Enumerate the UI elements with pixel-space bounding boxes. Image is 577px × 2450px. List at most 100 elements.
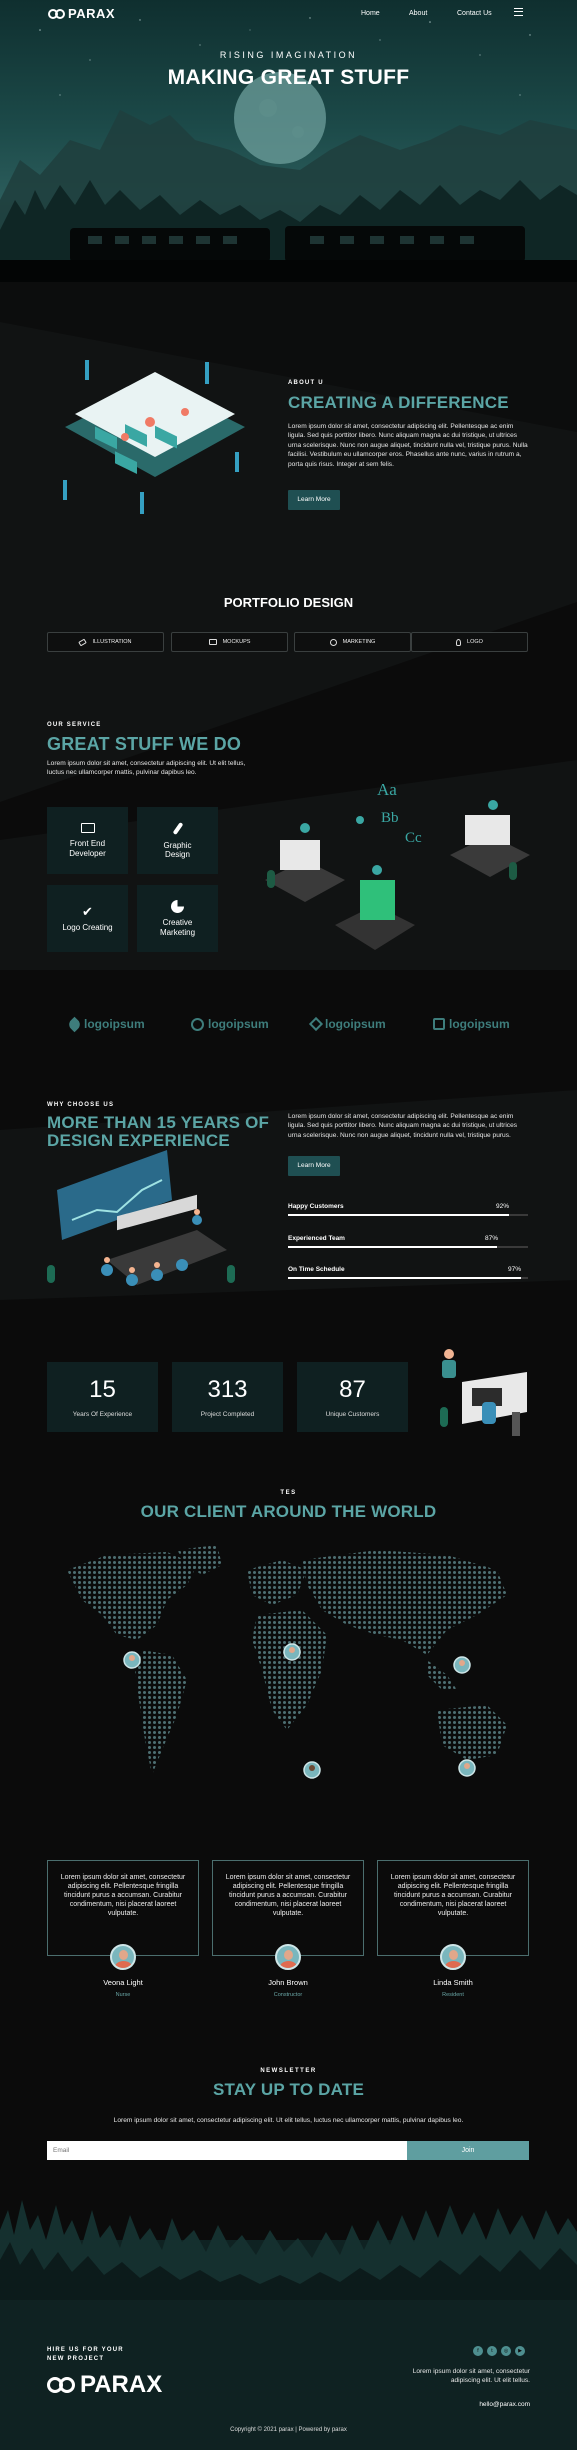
square-logo-icon — [433, 1018, 445, 1030]
service-card-graphic[interactable]: Graphic Design — [137, 807, 218, 874]
email-input[interactable] — [47, 2141, 407, 2160]
stat-label: Project Completed — [200, 1411, 255, 1418]
about-illustration — [63, 360, 245, 514]
services-label: OUR SERVICE — [47, 722, 102, 728]
service-card-label: Logo Creating — [62, 922, 113, 932]
footer-text: Lorem ipsum dolor sit amet, consectetur … — [412, 2368, 530, 2385]
youtube-icon[interactable]: ▶ — [515, 2346, 525, 2356]
circle-logo-icon — [191, 1017, 204, 1031]
brand-name: PARAX — [68, 6, 116, 21]
newsletter-body: Lorem ipsum dolor sit amet, consectetur … — [113, 2117, 464, 2124]
stat-projects: 313 Project Completed — [172, 1362, 283, 1432]
why-learn-more-button[interactable]: Learn More — [288, 1156, 340, 1176]
stats-illustration — [440, 1349, 527, 1436]
rings-icon — [48, 8, 66, 19]
footer-label-line1: HIRE US FOR YOUR — [47, 2347, 124, 2353]
about-title: CREATING A DIFFERENCE — [288, 393, 509, 412]
bar-value-happy: 92% — [496, 1203, 510, 1210]
brush-icon — [172, 821, 183, 835]
join-button[interactable]: Join — [407, 2141, 529, 2160]
bar-fill — [288, 1246, 497, 1248]
footer-brand-name: PARAX — [80, 2371, 163, 2398]
pie-chart-icon — [171, 900, 184, 913]
about-learn-more-button[interactable]: Learn More — [288, 490, 340, 510]
newsletter-title: STAY UP TO DATE — [212, 2080, 364, 2099]
tab-marketing[interactable]: MARKETING — [294, 632, 411, 652]
testimonial-role: Resident — [442, 1992, 464, 1998]
brand-logo[interactable]: PARAX — [48, 6, 115, 21]
partner-logo-1: logoipsum — [66, 1016, 145, 1032]
about-label: ABOUT U — [288, 380, 324, 386]
svg-text:Aa: Aa — [377, 780, 397, 799]
nav-link-about[interactable]: About — [409, 10, 427, 17]
partner-logo-text: logoipsum — [325, 1017, 386, 1031]
why-illustration — [47, 1150, 235, 1286]
partner-logo-text: logoipsum — [208, 1017, 269, 1031]
page: PARAX Home About Contact Us RISING IMAGI… — [0, 0, 577, 2450]
bulb-icon — [456, 638, 462, 646]
stat-years: 15 Years Of Experience — [47, 1362, 158, 1432]
portfolio-title: PORTFOLIO DESIGN — [223, 595, 354, 610]
bar-label-happy: Happy Customers — [288, 1203, 344, 1210]
bar-fill — [288, 1214, 509, 1216]
instagram-icon[interactable]: ◎ — [501, 2346, 511, 2356]
bar-label-experienced: Experienced Team — [288, 1235, 345, 1242]
why-title: MORE THAN 15 YEARS OF DESIGN EXPERIENCE — [47, 1114, 269, 1150]
services-illustration: Aa Bb Cc — [265, 780, 530, 950]
about-body: Lorem ipsum dolor sit amet, consectetur … — [288, 423, 528, 468]
testimonial-card: Lorem ipsum dolor sit amet, consectetur … — [212, 1860, 364, 1956]
service-card-marketing[interactable]: Creative Marketing — [137, 885, 218, 952]
stat-value: 15 — [89, 1376, 116, 1403]
footer-email-link[interactable]: hello@parax.com — [430, 2401, 530, 2408]
svg-text:Cc: Cc — [405, 830, 422, 846]
why-title-line2: DESIGN EXPERIENCE — [47, 1131, 230, 1150]
tab-mockups[interactable]: MOCKUPS — [171, 632, 288, 652]
bar-fill — [288, 1277, 521, 1279]
footer-label-line2: NEW PROJECT — [47, 2356, 105, 2362]
bar-track-experienced — [288, 1246, 528, 1248]
facebook-icon[interactable]: f — [473, 2346, 483, 2356]
footer-brand[interactable]: PARAX — [47, 2371, 162, 2399]
stat-label: Years Of Experience — [72, 1411, 133, 1418]
testimonial-name: John Brown — [268, 1978, 308, 1987]
nav-link-contact[interactable]: Contact Us — [457, 10, 492, 17]
tab-mockups-label: MOCKUPS — [222, 639, 251, 645]
bar-value-ontime: 97% — [508, 1266, 522, 1273]
service-card-logo[interactable]: ✔ Logo Creating — [47, 885, 128, 952]
forest-silhouette — [0, 2200, 577, 2300]
chart-icon — [329, 638, 337, 646]
stat-label: Unique Customers — [325, 1411, 380, 1418]
tab-illustration[interactable]: ILLUSTRATION — [47, 632, 164, 652]
clients-label: TES — [280, 1490, 297, 1496]
code-icon — [80, 823, 95, 833]
hero-night-scene — [0, 17, 577, 282]
nav-link-home[interactable]: Home — [361, 10, 380, 17]
bar-track-ontime — [288, 1277, 528, 1279]
clients-title: OUR CLIENT AROUND THE WORLD — [140, 1502, 437, 1521]
tab-logo[interactable]: LOGO — [411, 632, 528, 652]
testimonial-name: Linda Smith — [433, 1978, 473, 1987]
hero-section: PARAX Home About Contact Us RISING IMAGI… — [0, 0, 577, 282]
service-card-label: Graphic Design — [163, 840, 192, 860]
menu-icon[interactable] — [514, 8, 523, 16]
top-nav: PARAX Home About Contact Us — [0, 0, 577, 28]
twitter-icon[interactable]: t — [487, 2346, 497, 2356]
avatar — [440, 1944, 466, 1970]
avatar — [275, 1944, 301, 1970]
partner-logo-3: logoipsum — [308, 1016, 386, 1032]
copyright: Copyright © 2021 parax | Powered by para… — [230, 2427, 347, 2433]
testimonial-name: Veona Light — [103, 1978, 143, 1987]
partner-logo-text: logoipsum — [449, 1017, 510, 1031]
brush-icon — [78, 638, 88, 646]
service-card-label: Front End Developer — [69, 839, 106, 858]
tab-logo-label: LOGO — [467, 639, 483, 645]
leaf-icon — [66, 1016, 83, 1032]
hero-title: MAKING GREAT STUFF — [167, 66, 410, 89]
testimonial-role: Nurse — [115, 1992, 131, 1998]
service-card-frontend[interactable]: Front End Developer — [47, 807, 128, 874]
partner-logo-4: logoipsum — [433, 1017, 510, 1031]
stat-value: 87 — [339, 1376, 366, 1403]
bar-track-happy — [288, 1214, 528, 1216]
bar-label-ontime: On Time Schedule — [288, 1266, 345, 1273]
services-title: GREAT STUFF WE DO — [47, 734, 242, 754]
